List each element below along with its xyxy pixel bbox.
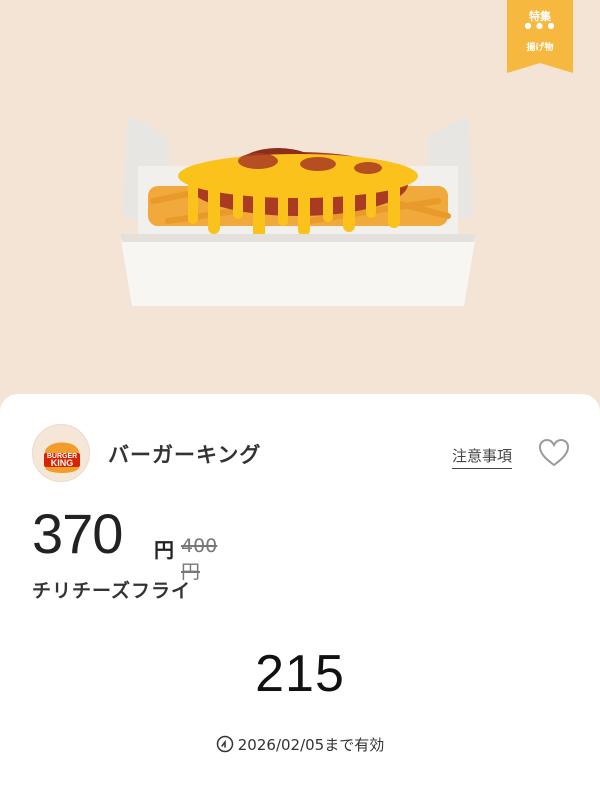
coupon-card: BURGER KING バーガーキング 注意事項 370 円 400円 チリチー… xyxy=(0,394,600,800)
brand-name: バーガーキング xyxy=(108,443,262,467)
heart-outline-icon[interactable] xyxy=(538,438,570,468)
currency-label: 円 xyxy=(154,538,174,562)
clock-icon xyxy=(216,735,234,753)
tag-notch-shape xyxy=(507,63,573,73)
validity-text: 2026/02/05まで有効 xyxy=(237,736,385,754)
feature-tag-category: 揚げ物 xyxy=(526,43,554,53)
burger-king-logo-icon: BURGER KING xyxy=(44,442,80,473)
notice-link[interactable]: 注意事項 xyxy=(452,445,513,469)
svg-text:KING: KING xyxy=(51,458,74,468)
feature-tag: 特集 ● ● ● 揚げ物 xyxy=(507,0,573,73)
brand-logo: BURGER KING xyxy=(32,424,90,482)
discount-price: 370 xyxy=(32,502,123,565)
product-name: チリチーズフライ xyxy=(32,580,192,602)
feature-tag-dots: ● ● ● xyxy=(524,21,556,30)
validity-row: 2026/02/05まで有効 xyxy=(0,734,600,755)
hero-image-area: 特集 ● ● ● 揚げ物 xyxy=(0,0,600,420)
product-image xyxy=(120,116,476,306)
coupon-code: 215 xyxy=(255,645,345,703)
